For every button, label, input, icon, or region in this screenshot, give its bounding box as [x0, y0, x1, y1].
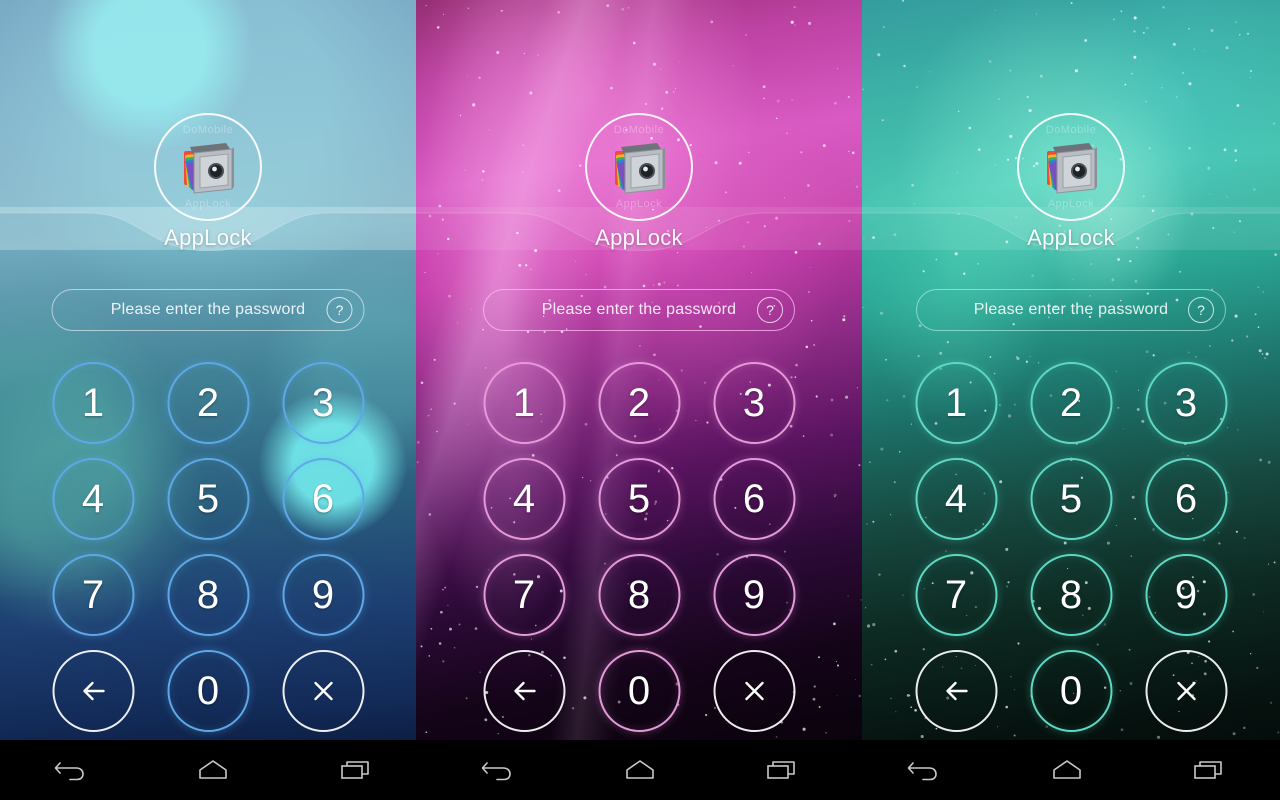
lockscreen-header: DoMobile AppLock AppLock: [862, 0, 1280, 251]
app-name-label: AppLock: [164, 225, 252, 250]
badge-bottom-text: AppLock: [615, 198, 663, 210]
android-navigation-bar: [0, 740, 1280, 800]
lockscreen-header: DoMobile AppLock AppLock: [0, 0, 416, 251]
back-icon[interactable]: [43, 750, 99, 790]
password-input[interactable]: Please enter the password ?: [916, 289, 1226, 331]
close-x-icon[interactable]: [1145, 650, 1227, 732]
safe-vault-icon: [1039, 135, 1103, 199]
backspace-arrow-icon[interactable]: [915, 650, 997, 732]
help-button[interactable]: ?: [1188, 297, 1214, 323]
key-4[interactable]: 4: [915, 458, 997, 540]
home-icon[interactable]: [1039, 750, 1095, 790]
navigation-section: [853, 740, 1280, 800]
numeric-keypad: 1 2 3 4 5 6 7 8 9 0: [36, 355, 381, 739]
numeric-keypad: 1 2 3 4 5 6 7 8 9 0: [467, 355, 812, 739]
home-icon[interactable]: [612, 750, 668, 790]
app-name-label: AppLock: [595, 225, 683, 250]
password-placeholder: Please enter the password: [973, 301, 1169, 318]
key-8[interactable]: 8: [598, 554, 680, 636]
lockscreen-header: DoMobile AppLock AppLock: [416, 0, 862, 251]
key-4[interactable]: 4: [52, 458, 134, 540]
key-0[interactable]: 0: [1030, 650, 1112, 732]
back-icon[interactable]: [896, 750, 952, 790]
app-icon-badge[interactable]: DoMobile AppLock: [154, 113, 262, 221]
key-1[interactable]: 1: [483, 362, 565, 444]
badge-bottom-text: AppLock: [1047, 198, 1095, 210]
password-input[interactable]: Please enter the password ?: [483, 289, 795, 331]
key-8[interactable]: 8: [1030, 554, 1112, 636]
key-5[interactable]: 5: [167, 458, 249, 540]
themes-gallery: DoMobile AppLock AppLock Please enter th…: [0, 0, 1280, 800]
help-button[interactable]: ?: [757, 297, 783, 323]
key-7[interactable]: 7: [483, 554, 565, 636]
key-3[interactable]: 3: [282, 362, 364, 444]
key-6[interactable]: 6: [282, 458, 364, 540]
key-7[interactable]: 7: [52, 554, 134, 636]
key-1[interactable]: 1: [52, 362, 134, 444]
key-7[interactable]: 7: [915, 554, 997, 636]
key-5[interactable]: 5: [1030, 458, 1112, 540]
safe-vault-icon: [607, 135, 671, 199]
navigation-section: [427, 740, 854, 800]
key-8[interactable]: 8: [167, 554, 249, 636]
key-5[interactable]: 5: [598, 458, 680, 540]
password-input[interactable]: Please enter the password ?: [51, 289, 365, 331]
key-6[interactable]: 6: [713, 458, 795, 540]
recents-icon[interactable]: [754, 750, 810, 790]
close-x-icon[interactable]: [282, 650, 364, 732]
app-icon-badge[interactable]: DoMobile AppLock: [585, 113, 693, 221]
key-3[interactable]: 3: [713, 362, 795, 444]
backspace-arrow-icon[interactable]: [483, 650, 565, 732]
key-2[interactable]: 2: [1030, 362, 1112, 444]
key-9[interactable]: 9: [1145, 554, 1227, 636]
theme-preview-teal-nebula[interactable]: DoMobile AppLock AppLock Please enter th…: [862, 0, 1280, 800]
close-x-icon[interactable]: [713, 650, 795, 732]
recents-icon[interactable]: [1181, 750, 1237, 790]
key-1[interactable]: 1: [915, 362, 997, 444]
numeric-keypad: 1 2 3 4 5 6 7 8 9 0: [899, 355, 1244, 739]
safe-vault-icon: [176, 135, 240, 199]
password-placeholder: Please enter the password: [110, 301, 306, 318]
app-icon-badge[interactable]: DoMobile AppLock: [1017, 113, 1125, 221]
key-6[interactable]: 6: [1145, 458, 1227, 540]
home-icon[interactable]: [185, 750, 241, 790]
key-2[interactable]: 2: [167, 362, 249, 444]
back-icon[interactable]: [470, 750, 526, 790]
theme-preview-magenta-aurora[interactable]: DoMobile AppLock AppLock Please enter th…: [416, 0, 862, 800]
key-0[interactable]: 0: [167, 650, 249, 732]
app-name-label: AppLock: [1027, 225, 1115, 250]
key-9[interactable]: 9: [282, 554, 364, 636]
help-button[interactable]: ?: [326, 297, 353, 323]
theme-preview-blue-bokeh[interactable]: DoMobile AppLock AppLock Please enter th…: [0, 0, 416, 800]
key-0[interactable]: 0: [598, 650, 680, 732]
navigation-section: [0, 740, 427, 800]
password-placeholder: Please enter the password: [541, 301, 737, 318]
key-3[interactable]: 3: [1145, 362, 1227, 444]
key-4[interactable]: 4: [483, 458, 565, 540]
backspace-arrow-icon[interactable]: [52, 650, 134, 732]
badge-bottom-text: AppLock: [184, 198, 232, 210]
key-9[interactable]: 9: [713, 554, 795, 636]
recents-icon[interactable]: [328, 750, 384, 790]
key-2[interactable]: 2: [598, 362, 680, 444]
